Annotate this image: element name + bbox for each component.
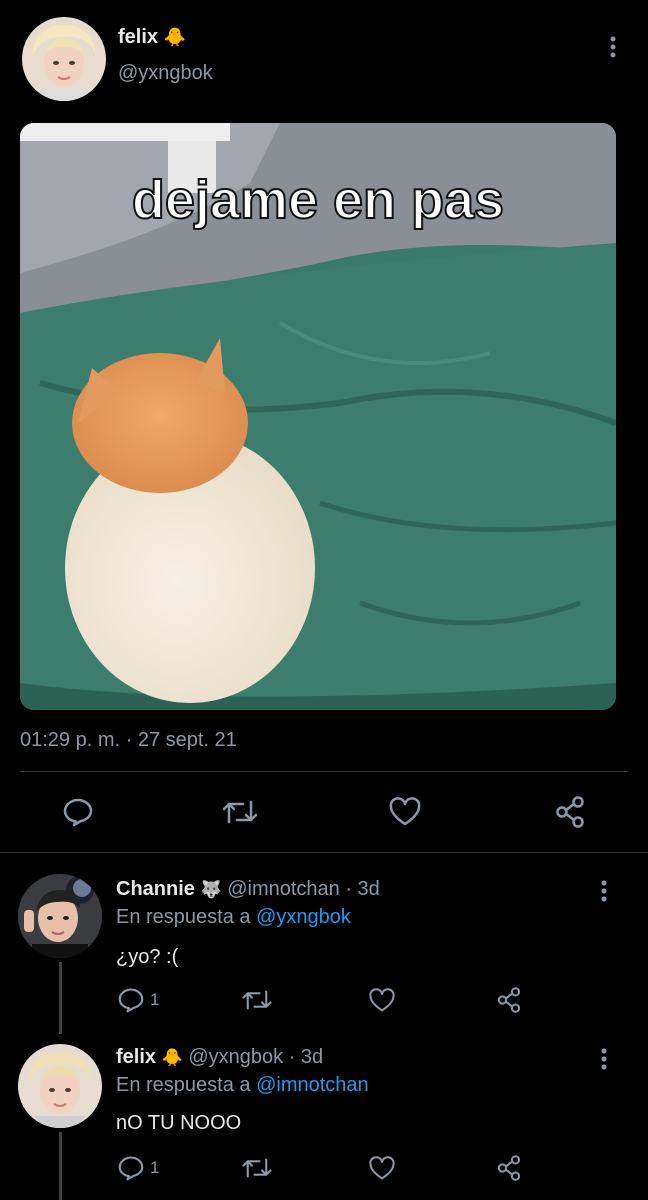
reply-icon[interactable] <box>116 986 146 1014</box>
main-author-name[interactable]: felix <box>118 26 158 48</box>
reply-context: En respuesta a @yxngbok <box>116 906 351 929</box>
thread-line <box>59 1132 62 1200</box>
divider <box>20 771 628 772</box>
tweet-image[interactable]: dejame en pas <box>20 123 616 710</box>
main-author-avatar[interactable] <box>22 17 106 101</box>
heart-icon[interactable] <box>386 796 424 828</box>
reply-author-name[interactable]: Channie <box>116 878 195 900</box>
reply-text: ¿yo? :( <box>116 946 179 968</box>
retweet-icon[interactable] <box>240 986 274 1014</box>
more-vertical-icon[interactable] <box>590 1044 618 1074</box>
reply-header-row: Channie 🐺 @imnotchan · 3d <box>116 878 380 901</box>
heart-icon[interactable] <box>366 986 398 1014</box>
reply-author-name[interactable]: felix <box>116 1046 156 1068</box>
reply-author-handle[interactable]: @imnotchan <box>227 878 340 900</box>
reply-prefix: En respuesta a <box>116 906 251 928</box>
reply-age: · 3d <box>345 878 380 900</box>
cat-photo: dejame en pas <box>20 123 616 710</box>
image-caption: dejame en pas <box>132 170 504 230</box>
reply-count: 1 <box>150 1158 160 1177</box>
chick-emoji: 🐥 <box>161 1048 183 1067</box>
reply-icon[interactable] <box>60 796 96 828</box>
share-icon[interactable] <box>494 1152 524 1184</box>
reply-count: 1 <box>150 990 160 1009</box>
reply-author-handle[interactable]: @yxngbok <box>188 1046 283 1068</box>
retweet-icon[interactable] <box>240 1154 274 1182</box>
reply-author-avatar[interactable] <box>18 1044 102 1128</box>
heart-icon[interactable] <box>366 1154 398 1182</box>
thread-line <box>59 962 62 1034</box>
tweet-timestamp[interactable]: 01:29 p. m. · 27 sept. 21 <box>20 729 237 752</box>
more-vertical-icon[interactable] <box>598 32 628 62</box>
share-icon[interactable] <box>552 794 588 830</box>
more-vertical-icon[interactable] <box>590 876 618 906</box>
reply-prefix: En respuesta a <box>116 1074 251 1096</box>
main-author-handle[interactable]: @yxngbok <box>118 62 213 85</box>
reply-to-link[interactable]: @imnotchan <box>256 1074 369 1096</box>
reply-header-row: felix 🐥 @yxngbok · 3d <box>116 1046 323 1069</box>
chick-emoji: 🐥 <box>163 27 187 47</box>
main-author-name-row[interactable]: felix 🐥 <box>118 26 186 49</box>
reply-to-link[interactable]: @yxngbok <box>256 906 351 928</box>
reply-author-avatar[interactable] <box>18 874 102 958</box>
reply-icon[interactable] <box>116 1154 146 1182</box>
share-icon[interactable] <box>494 984 524 1016</box>
reply-text: nO TU NOOO <box>116 1112 242 1134</box>
reply-age: · 3d <box>288 1046 324 1068</box>
divider <box>0 852 648 853</box>
retweet-icon[interactable] <box>220 796 260 828</box>
reply-context: En respuesta a @imnotchan <box>116 1074 369 1097</box>
wolf-emoji: 🐺 <box>200 880 222 899</box>
